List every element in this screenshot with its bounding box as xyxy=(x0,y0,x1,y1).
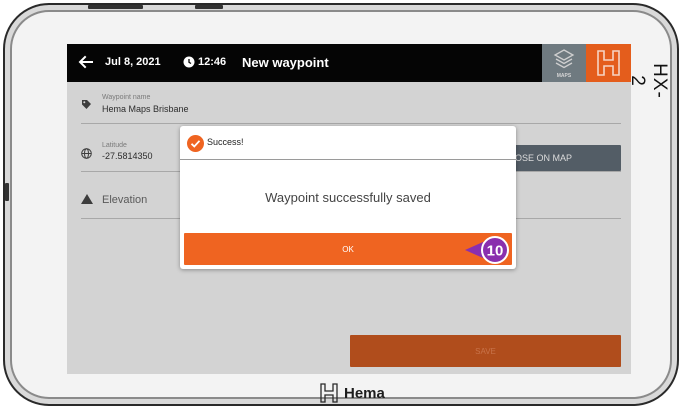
clock-icon xyxy=(183,56,195,68)
hardware-top-button[interactable] xyxy=(88,5,143,9)
top-bar: Jul 8, 2021 12:46 New waypoint MAPS xyxy=(67,44,631,82)
dialog-header: Success! xyxy=(180,126,516,160)
waypoint-name-field[interactable]: Waypoint name Hema Maps Brisbane xyxy=(81,94,621,124)
ok-button[interactable]: OK xyxy=(184,233,512,265)
maps-label: MAPS xyxy=(556,73,572,79)
device-model-label: HX-2 xyxy=(627,63,670,99)
step-number: 10 xyxy=(487,243,504,260)
check-circle-icon xyxy=(187,135,204,152)
brand-name: Hema xyxy=(344,384,385,402)
hema-logo-icon xyxy=(320,383,338,403)
maps-button[interactable]: MAPS xyxy=(542,44,586,82)
elevation-label: Elevation xyxy=(102,194,148,206)
hardware-top-button-small[interactable] xyxy=(195,5,223,9)
dialog-title: Success! xyxy=(207,137,244,147)
back-arrow-icon[interactable] xyxy=(77,53,95,71)
latitude-value: -27.5814350 xyxy=(102,151,153,161)
step-callout-badge: 10 xyxy=(465,236,509,264)
tag-icon xyxy=(82,100,91,109)
hema-menu-button[interactable] xyxy=(586,44,631,82)
save-button[interactable]: SAVE xyxy=(350,335,621,367)
latitude-label: Latitude xyxy=(102,142,127,149)
date-text: Jul 8, 2021 xyxy=(105,56,161,68)
hema-logo-icon xyxy=(597,50,620,76)
waypoint-name-label: Waypoint name xyxy=(102,94,151,101)
mountain-icon xyxy=(81,194,93,204)
hardware-side-button[interactable] xyxy=(5,183,9,201)
waypoint-name-value: Hema Maps Brisbane xyxy=(102,104,189,114)
time-text: 12:46 xyxy=(198,56,227,68)
dialog-message: Waypoint successfully saved xyxy=(265,190,431,205)
globe-icon xyxy=(81,148,92,159)
page-title: New waypoint xyxy=(242,55,329,70)
layers-icon xyxy=(553,49,575,69)
device-brand: Hema xyxy=(320,382,385,404)
